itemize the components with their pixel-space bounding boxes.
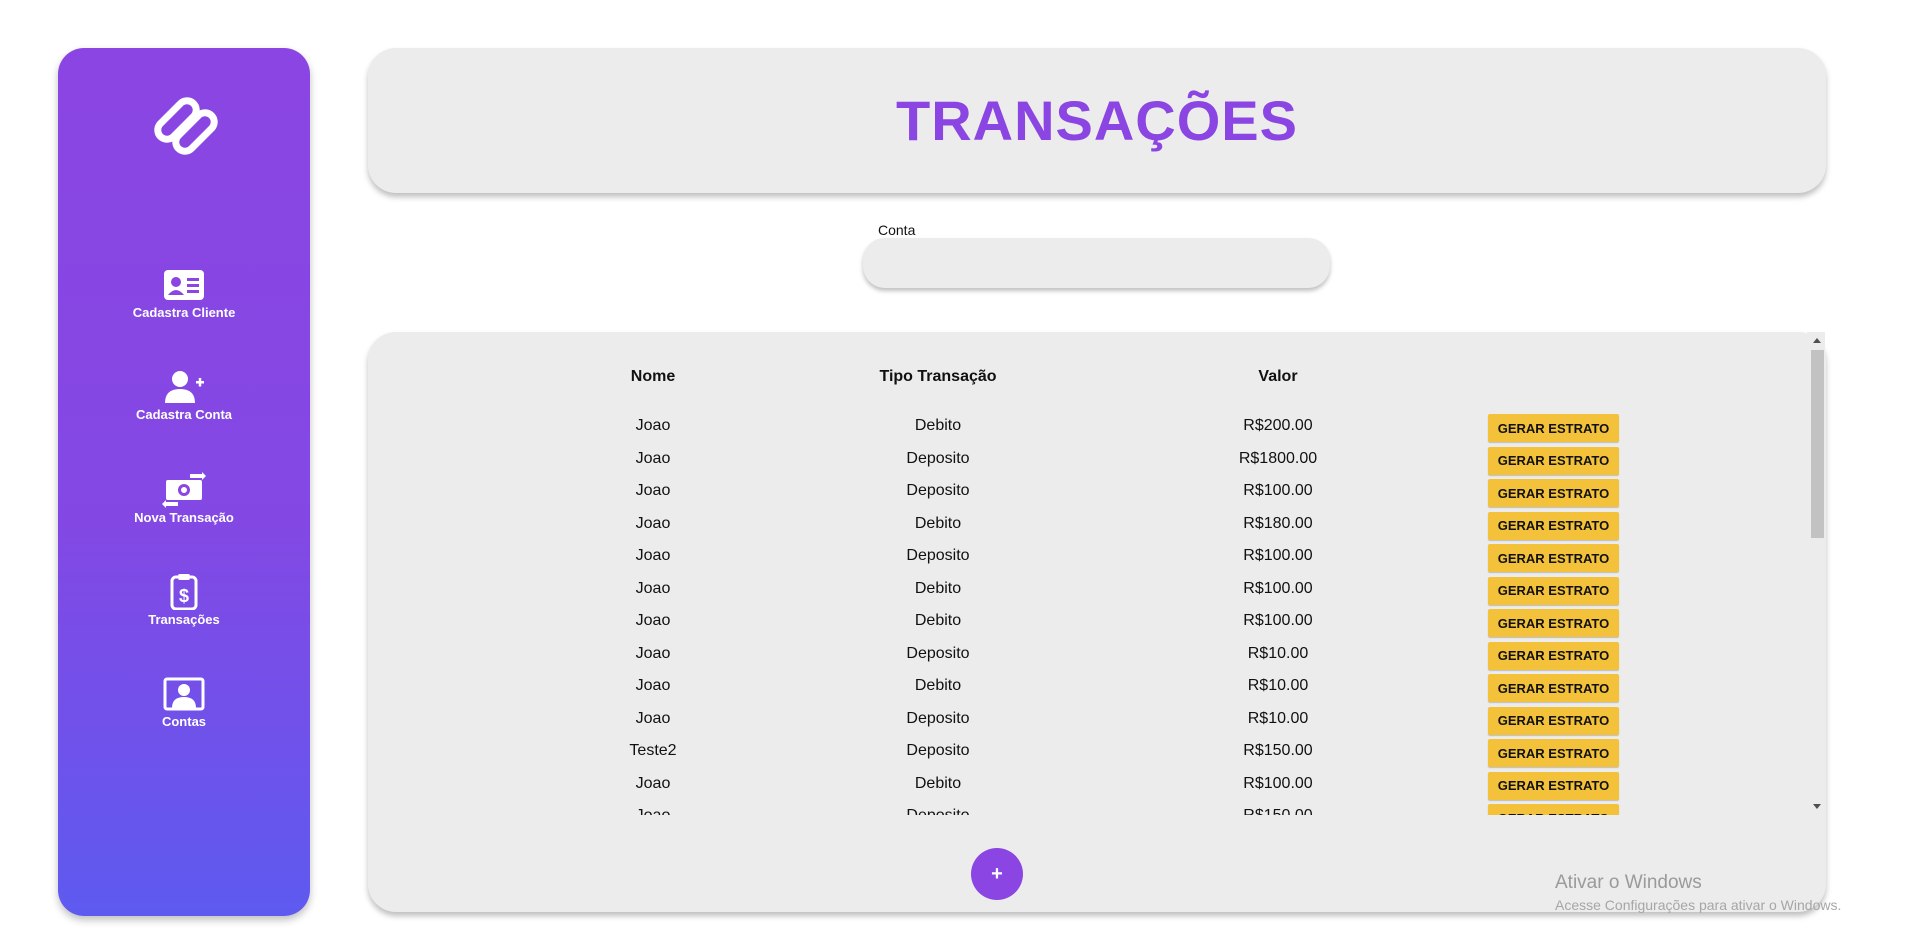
cell-valor: R$200.00 <box>1243 417 1313 434</box>
cell-nome: Joao <box>635 449 671 467</box>
cell-valor: R$100.00 <box>1243 482 1313 499</box>
table-row: Joao Debito R$180.00 GERAR ESTRATO <box>368 508 1808 540</box>
scroll-thumb[interactable] <box>1811 350 1824 538</box>
cell-nome: Joao <box>635 644 671 662</box>
cell-valor: R$10.00 <box>1247 644 1309 662</box>
column-header-nome: Nome <box>630 368 676 385</box>
table-row: Joao Debito R$100.00 GERAR ESTRATO <box>368 605 1808 637</box>
gerar-estrato-button[interactable]: GERAR ESTRATO <box>1488 706 1619 735</box>
cell-nome: Joao <box>635 677 671 694</box>
scroll-down-arrow-icon[interactable] <box>1813 804 1821 809</box>
cell-valor: R$180.00 <box>1243 514 1313 532</box>
cell-nome: Joao <box>635 612 671 629</box>
user-plus-icon <box>162 369 206 405</box>
cell-tipo: Deposito <box>906 644 970 662</box>
gerar-estrato-button[interactable]: GERAR ESTRATO <box>1488 771 1619 800</box>
cell-tipo: Debito <box>914 417 962 434</box>
cell-tipo: Deposito <box>803 800 1073 815</box>
conta-label: Conta <box>878 222 916 238</box>
cell-valor: R$100.00 <box>1243 612 1313 629</box>
cell-tipo: Debito <box>914 677 962 694</box>
cell-nome: Joao <box>635 417 671 434</box>
cell-nome: Joao <box>635 579 671 597</box>
cell-valor: R$100.00 <box>1243 774 1313 792</box>
gerar-estrato-button[interactable]: GERAR ESTRATO <box>1488 414 1619 442</box>
windows-activation-title: Ativar o Windows <box>1555 872 1702 893</box>
cell-valor: R$10.00 <box>1247 677 1309 694</box>
id-card-icon <box>162 267 206 303</box>
sidebar-item-nova-transacao[interactable]: Nova Transação <box>58 472 310 525</box>
gerar-estrato-button[interactable]: GERAR ESTRATO <box>1488 609 1619 637</box>
table-row: Joao Deposito R$100.00 GERAR ESTRATO <box>368 475 1808 507</box>
cell-valor: R$150.00 <box>1143 800 1413 815</box>
cell-tipo: Debito <box>914 612 962 629</box>
table-row: Joao Deposito R$10.00 GERAR ESTRATO <box>368 638 1808 670</box>
scroll-up-arrow-icon[interactable] <box>1813 338 1821 343</box>
gerar-estrato-button[interactable]: GERAR ESTRATO <box>1488 674 1619 702</box>
sidebar-item-label: Cadastra Cliente <box>132 305 236 320</box>
sidebar-item-cadastra-conta[interactable]: Cadastra Conta <box>58 369 310 422</box>
cell-tipo: Debito <box>914 774 962 792</box>
cell-valor: R$150.00 <box>1243 742 1313 759</box>
cell-tipo: Debito <box>914 514 962 532</box>
sidebar-item-label: Transações <box>148 612 220 627</box>
cell-nome: Joao <box>635 482 671 499</box>
gerar-estrato-button[interactable]: GERAR ESTRATO <box>1488 739 1619 767</box>
cell-tipo: Deposito <box>906 742 970 759</box>
svg-text:$: $ <box>179 586 189 606</box>
sidebar: Cadastra Cliente Cadastra Conta Nova Tra… <box>58 48 310 916</box>
table-row: Joao Debito R$200.00 GERAR ESTRATO <box>368 410 1808 442</box>
gerar-estrato-button[interactable]: GERAR ESTRATO <box>1488 804 1619 815</box>
table-row: Teste2 Deposito R$150.00 GERAR ESTRATO <box>368 735 1808 767</box>
cell-nome: Teste2 <box>629 742 677 759</box>
cell-valor: R$100.00 <box>1243 579 1313 597</box>
sidebar-item-label: Contas <box>161 714 207 729</box>
table-row: Joao Deposito R$10.00 GERAR ESTRATO <box>368 703 1808 735</box>
sidebar-item-label: Nova Transação <box>134 510 234 525</box>
windows-activation-subtitle: Acesse Configurações para ativar o Windo… <box>1555 897 1842 913</box>
page-header: TRANSAÇÕES <box>368 48 1826 193</box>
column-header-tipo: Tipo Transação <box>879 368 997 385</box>
cell-valor: R$100.00 <box>1243 547 1313 564</box>
transactions-table-card: Nome Tipo Transação Valor Joao Debito R$… <box>368 332 1826 912</box>
cell-nome: Joao <box>635 709 671 727</box>
add-transaction-button[interactable]: + <box>971 848 1023 900</box>
conta-input[interactable] <box>863 238 1330 288</box>
paperclip-logo-icon[interactable] <box>150 90 222 162</box>
transactions-table: Nome Tipo Transação Valor Joao Debito R$… <box>368 332 1808 815</box>
cell-nome: Joao <box>635 514 671 532</box>
gerar-estrato-button[interactable]: GERAR ESTRATO <box>1488 479 1619 507</box>
user-folder-icon <box>162 676 206 712</box>
cell-nome: Joao <box>518 800 788 815</box>
table-row: Joao Deposito R$100.00 GERAR ESTRATO <box>368 540 1808 572</box>
gerar-estrato-button[interactable]: GERAR ESTRATO <box>1488 544 1619 572</box>
cell-tipo: Deposito <box>906 482 970 499</box>
cell-nome: Joao <box>635 547 671 564</box>
clipboard-dollar-icon: $ <box>162 574 206 611</box>
sidebar-item-contas[interactable]: Contas <box>58 676 310 729</box>
gerar-estrato-button[interactable]: GERAR ESTRATO <box>1488 641 1619 670</box>
table-scrollbar[interactable] <box>1807 332 1825 815</box>
money-transfer-icon <box>162 472 206 508</box>
cell-valor: R$1800.00 <box>1238 449 1318 467</box>
gerar-estrato-button[interactable]: GERAR ESTRATO <box>1488 511 1619 540</box>
column-header-valor: Valor <box>1258 368 1298 385</box>
cell-valor: R$10.00 <box>1247 709 1309 727</box>
cell-tipo: Deposito <box>906 449 970 467</box>
page-title: TRANSAÇÕES <box>895 89 1299 152</box>
cell-nome: Joao <box>635 774 671 792</box>
cell-tipo: Debito <box>914 579 962 597</box>
sidebar-item-cadastra-cliente[interactable]: Cadastra Cliente <box>58 267 310 320</box>
table-row: Joao Debito R$10.00 GERAR ESTRATO <box>368 670 1808 702</box>
table-row: Joao Deposito R$1800.00 GERAR ESTRATO <box>368 443 1808 475</box>
sidebar-item-label: Cadastra Conta <box>135 407 233 422</box>
table-row: Joao Debito R$100.00 GERAR ESTRATO <box>368 768 1808 800</box>
sidebar-item-transacoes[interactable]: $ Transações <box>58 574 310 627</box>
cell-tipo: Deposito <box>906 709 970 727</box>
gerar-estrato-button[interactable]: GERAR ESTRATO <box>1488 576 1619 605</box>
gerar-estrato-button[interactable]: GERAR ESTRATO <box>1488 446 1619 475</box>
table-row: Joao Deposito R$150.00 GERAR ESTRATO <box>368 800 1808 815</box>
cell-tipo: Deposito <box>906 547 970 564</box>
table-row: Joao Debito R$100.00 GERAR ESTRATO <box>368 573 1808 605</box>
